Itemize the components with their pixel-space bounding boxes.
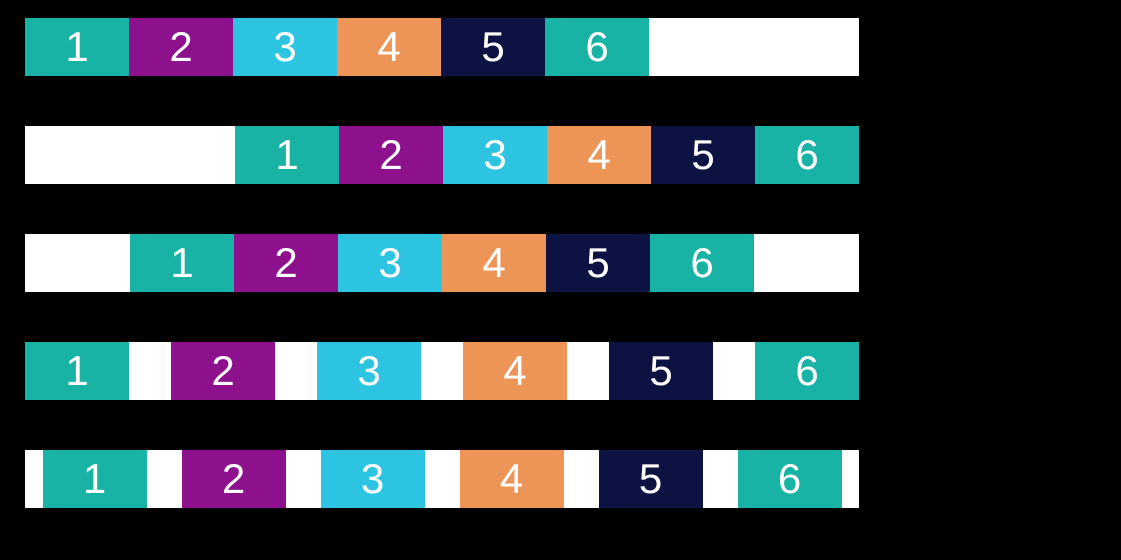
flex-item-5: 5 — [441, 18, 545, 76]
flex-row-space-around: 1 2 3 4 5 6 — [22, 447, 862, 511]
flex-item-5: 5 — [609, 342, 713, 400]
flex-item-1: 1 — [235, 126, 339, 184]
flex-item-2: 2 — [171, 342, 275, 400]
flex-item-6: 6 — [755, 342, 859, 400]
flex-item-2: 2 — [234, 234, 338, 292]
flex-item-4: 4 — [337, 18, 441, 76]
flex-row-space-between: 1 2 3 4 5 6 — [22, 339, 862, 403]
flex-item-6: 6 — [650, 234, 754, 292]
flex-item-3: 3 — [233, 18, 337, 76]
flex-item-4: 4 — [463, 342, 567, 400]
flex-item-3: 3 — [317, 342, 421, 400]
flex-item-6: 6 — [545, 18, 649, 76]
flex-row-start: 1 2 3 4 5 6 — [22, 15, 862, 79]
flex-item-3: 3 — [443, 126, 547, 184]
flex-item-1: 1 — [25, 342, 129, 400]
flex-row-center: 1 2 3 4 5 6 — [22, 231, 862, 295]
flex-item-2: 2 — [182, 450, 286, 508]
flex-item-3: 3 — [338, 234, 442, 292]
flex-item-4: 4 — [547, 126, 651, 184]
flex-item-4: 4 — [442, 234, 546, 292]
flex-item-1: 1 — [25, 18, 129, 76]
flex-item-1: 1 — [43, 450, 147, 508]
flex-item-4: 4 — [460, 450, 564, 508]
flex-row-end: 1 2 3 4 5 6 — [22, 123, 862, 187]
flex-item-3: 3 — [321, 450, 425, 508]
flex-item-1: 1 — [130, 234, 234, 292]
flex-item-6: 6 — [738, 450, 842, 508]
flex-item-2: 2 — [129, 18, 233, 76]
flex-item-2: 2 — [339, 126, 443, 184]
flex-item-6: 6 — [755, 126, 859, 184]
flex-item-5: 5 — [546, 234, 650, 292]
flex-item-5: 5 — [651, 126, 755, 184]
flex-item-5: 5 — [599, 450, 703, 508]
